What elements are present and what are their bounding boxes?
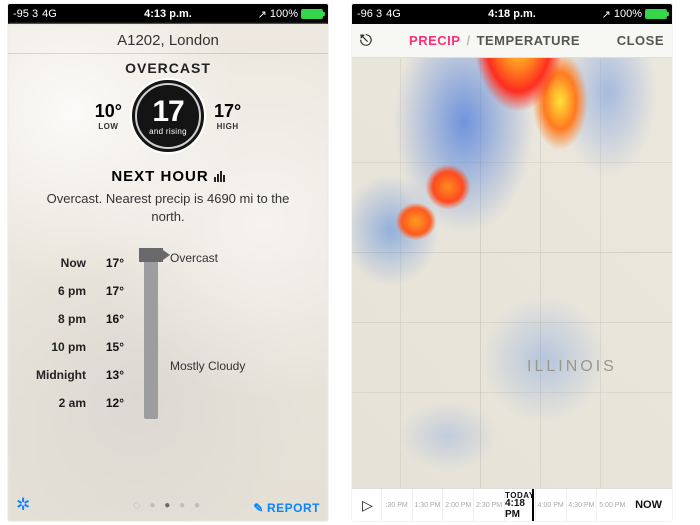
hourly-row: Midnight 13° <box>28 361 308 389</box>
forecast-bar-cap <box>139 248 163 262</box>
hourly-time: Now <box>28 256 86 270</box>
signal-strength: -96 3 <box>357 8 382 20</box>
map-label-state: ILLINOIS <box>527 358 617 376</box>
current-temp-trend: and rising <box>149 127 187 136</box>
hourly-row: 8 pm 16° <box>28 305 308 333</box>
hourly-condition-2: Mostly Cloudy <box>170 359 245 373</box>
current-temp-badge[interactable]: 17 and rising <box>130 78 206 154</box>
high-temp-value: 17° <box>214 101 241 122</box>
status-bar: -95 3 4G 4:13 p.m. ↗ 100% <box>8 4 328 24</box>
hourly-row: 6 pm 17° <box>28 277 308 305</box>
network-type: 4G <box>386 8 401 20</box>
hourly-temp: 12° <box>90 396 124 410</box>
battery-icon <box>645 9 667 19</box>
location-services-icon: ↗ <box>602 8 611 21</box>
close-button[interactable]: CLOSE <box>617 33 664 48</box>
low-temp-value: 10° <box>95 101 122 122</box>
radar-header: ⎋ PRECIP / TEMPERATURE CLOSE <box>352 24 672 58</box>
current-time-label: 4:18 PM <box>505 498 535 520</box>
hourly-time: 2 am <box>28 396 86 410</box>
signal-strength: -95 3 <box>13 8 38 20</box>
time-slot[interactable]: 2:30 PM <box>473 489 504 521</box>
time-slot[interactable]: TODAY4:18 PM <box>504 489 535 521</box>
tab-temperature[interactable]: TEMPERATURE <box>477 33 580 48</box>
network-type: 4G <box>42 8 57 20</box>
radar-map[interactable]: ILLINOIS <box>352 58 672 488</box>
report-label: REPORT <box>267 501 320 515</box>
play-button[interactable]: ▷ <box>358 497 381 514</box>
next-hour-title: NEXT HOUR <box>111 168 208 185</box>
weather-app-radar: -96 3 4G 4:18 p.m. ↗ 100% ⎋ PRECIP / TEM… <box>352 4 672 521</box>
hourly-row: 10 pm 15° <box>28 333 308 361</box>
time-slot[interactable]: 5:00 PM <box>596 489 627 521</box>
low-temp-label: LOW <box>95 122 122 131</box>
hourly-condition-1: Overcast <box>170 251 218 265</box>
location-title[interactable]: A1202, London <box>8 28 328 54</box>
tab-divider: / <box>466 33 470 48</box>
time-slot[interactable]: 4:30 PM <box>566 489 597 521</box>
forecast-bar <box>144 253 158 419</box>
hourly-forecast[interactable]: Overcast Mostly Cloudy Now 17° 6 pm 17° 8 pm… <box>8 249 328 431</box>
hourly-row: 2 am 12° <box>28 389 308 417</box>
tab-precip[interactable]: PRECIP <box>409 33 460 48</box>
high-temp: 17° HIGH <box>214 101 241 131</box>
time-slots[interactable]: :30 PM1:30 PM2:00 PM2:30 PMTODAY4:18 PM4… <box>381 489 627 521</box>
condition-label: OVERCAST <box>8 60 328 76</box>
bars-icon <box>214 171 225 182</box>
hourly-temp: 16° <box>90 312 124 326</box>
hourly-temp: 17° <box>90 256 124 270</box>
precip-overlay <box>352 58 672 488</box>
battery-percent: 100% <box>270 8 298 20</box>
time-slot[interactable]: 1:30 PM <box>412 489 443 521</box>
time-slot[interactable]: 4:00 PM <box>535 489 566 521</box>
next-hour-text: Overcast. Nearest precip is 4690 mi to t… <box>8 190 328 225</box>
now-button[interactable]: NOW <box>627 499 666 511</box>
battery-percent: 100% <box>614 8 642 20</box>
status-bar: -96 3 4G 4:18 p.m. ↗ 100% <box>352 4 672 24</box>
hourly-time: Midnight <box>28 368 86 382</box>
time-slot[interactable]: 2:00 PM <box>442 489 473 521</box>
hourly-time: 6 pm <box>28 284 86 298</box>
high-temp-label: HIGH <box>214 122 241 131</box>
location-services-icon: ↗ <box>258 8 267 21</box>
radar-timeline: ▷ :30 PM1:30 PM2:00 PM2:30 PMTODAY4:18 P… <box>352 488 672 521</box>
hourly-time: 10 pm <box>28 340 86 354</box>
time-marker[interactable] <box>532 489 534 521</box>
hourly-time: 8 pm <box>28 312 86 326</box>
battery-icon <box>301 9 323 19</box>
weather-app-main: -95 3 4G 4:13 p.m. ↗ 100% A1202, London … <box>8 4 328 521</box>
share-icon[interactable]: ⎋ <box>360 32 372 49</box>
report-button[interactable]: ✎ REPORT <box>253 501 320 515</box>
next-hour-section[interactable]: NEXT HOUR Overcast. Nearest precip is 46… <box>8 168 328 225</box>
pencil-icon: ✎ <box>253 501 264 515</box>
hourly-temp: 17° <box>90 284 124 298</box>
low-temp: 10° LOW <box>95 101 122 131</box>
hourly-temp: 15° <box>90 340 124 354</box>
today-label: TODAY <box>505 491 535 500</box>
time-slot[interactable]: :30 PM <box>381 489 412 521</box>
gear-icon: ✲ <box>16 495 30 514</box>
current-temp-value: 17 <box>152 97 183 127</box>
hourly-temp: 13° <box>90 368 124 382</box>
settings-button[interactable]: ✲ <box>16 495 30 515</box>
